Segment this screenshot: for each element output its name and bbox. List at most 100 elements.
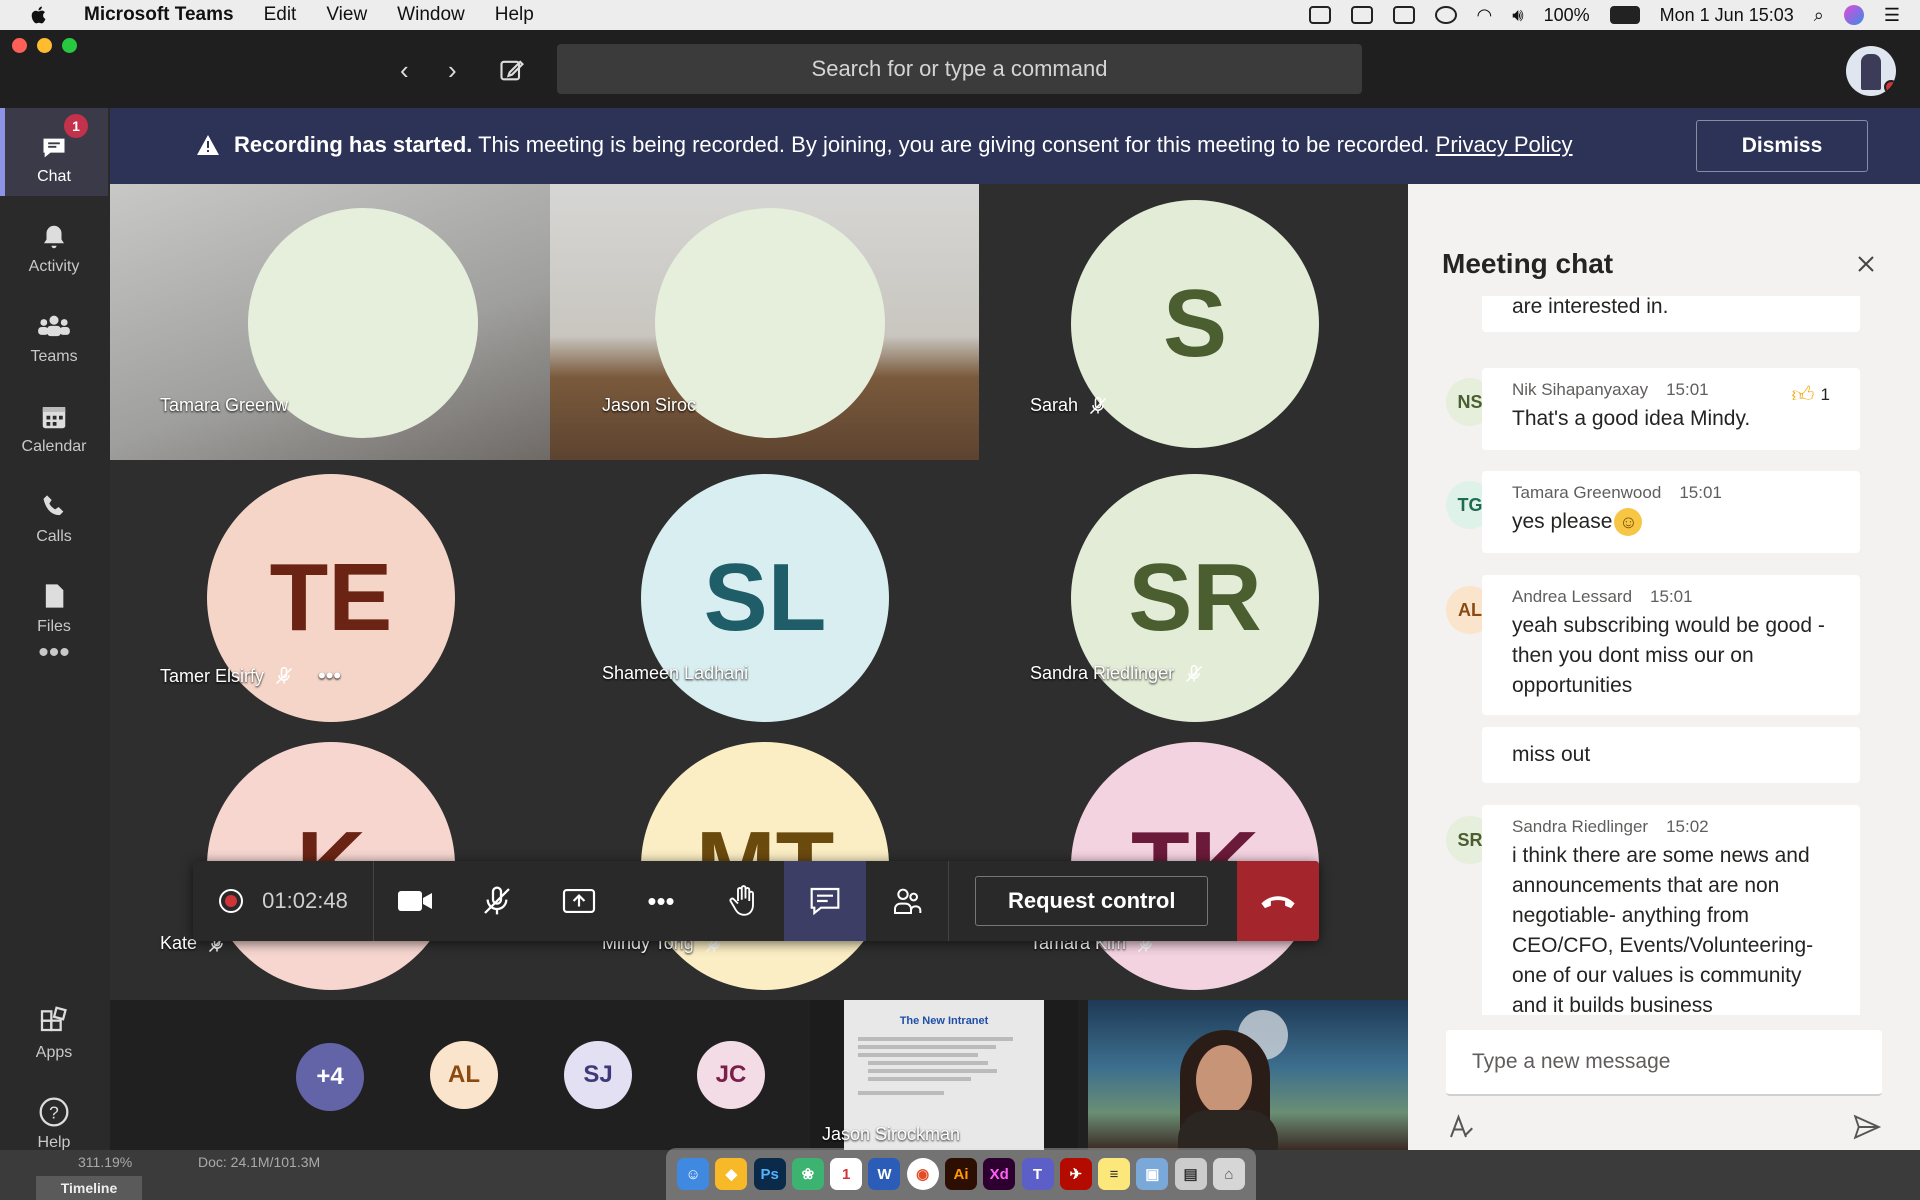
video-tile[interactable]: TE Tamer Elsirfy ••• (110, 460, 550, 730)
teams-app-icon[interactable]: T (1021, 1158, 1054, 1190)
chatgpt-icon[interactable]: ❀ (791, 1158, 824, 1190)
minimize-window-button[interactable] (37, 38, 52, 53)
rail-item-calendar[interactable]: Calendar (0, 378, 108, 466)
participant-avatar-small[interactable]: SJ (564, 1041, 632, 1109)
hang-up-button[interactable] (1237, 861, 1319, 941)
participant-avatar-small[interactable]: AL (430, 1041, 498, 1109)
message-author: Tamara Greenwood (1512, 483, 1662, 502)
meeting-timer: 01:02:48 (262, 888, 348, 913)
participant-name: Tamer Elsirfy ••• (160, 663, 341, 689)
compose-message-input[interactable]: Type a new message (1446, 1030, 1882, 1096)
finder-icon[interactable]: ☺ (677, 1158, 710, 1190)
more-options-icon[interactable]: ••• (318, 663, 341, 689)
reaction[interactable]: 👍︎ 1 (1792, 380, 1830, 410)
unread-badge: 1 (64, 114, 88, 138)
search-input[interactable]: Search for or type a command (557, 44, 1362, 94)
rail-item-teams[interactable]: Teams (0, 288, 108, 376)
more-participants-button[interactable]: +4 (296, 1043, 364, 1111)
chat-message: Andrea Lessard 15:01 yeah subscribing wou… (1482, 575, 1860, 715)
apple-icon[interactable] (26, 4, 52, 26)
camera-button[interactable] (374, 861, 456, 941)
screen-share-tile[interactable]: The New Intranet Jason Sirockman (810, 1000, 1078, 1150)
menu-help[interactable]: Help (495, 4, 534, 26)
video-tile[interactable]: SR Sandra Riedlinger (979, 460, 1408, 730)
more-actions-button[interactable]: ••• (620, 861, 702, 941)
calendar-app-icon[interactable]: 1 (830, 1158, 863, 1190)
photoshop-icon[interactable]: Ps (753, 1158, 786, 1190)
rail-item-chat[interactable]: Chat 1 (0, 108, 108, 196)
zoom-window-button[interactable] (62, 38, 77, 53)
close-icon[interactable] (1854, 252, 1878, 276)
video-tile[interactable]: Tamara Greenw (110, 184, 550, 460)
mic-button[interactable] (456, 861, 538, 941)
person-body (1178, 1110, 1278, 1150)
preview-icon[interactable]: ▣ (1136, 1158, 1169, 1190)
spotlight-icon[interactable]: ⌕ (1814, 5, 1824, 26)
share-screen-icon (562, 889, 596, 913)
message-time: 15:01 (1679, 483, 1722, 502)
menu-edit[interactable]: Edit (264, 4, 297, 26)
participant-avatar: SR (1071, 474, 1319, 722)
trash-icon[interactable]: ⌂ (1212, 1158, 1245, 1190)
clock[interactable]: Mon 1 Jun 15:03 (1660, 5, 1794, 26)
video-tile[interactable]: SL Shameen Ladhani (550, 460, 979, 730)
menu-view[interactable]: View (326, 4, 367, 26)
self-video-tile[interactable] (1088, 1000, 1408, 1150)
illustrator-icon[interactable]: Ai (944, 1158, 977, 1190)
compose-icon[interactable] (498, 56, 526, 84)
raise-hand-button[interactable] (702, 861, 784, 941)
forward-arrow-icon[interactable]: › (448, 55, 457, 86)
sketch-icon[interactable]: ◆ (715, 1158, 748, 1190)
timeline-tab[interactable]: Timeline (36, 1176, 142, 1200)
status-app-icon[interactable] (1308, 6, 1331, 24)
show-conversation-button[interactable] (784, 861, 866, 941)
rail-item-help[interactable]: ? Help (0, 1074, 108, 1162)
privacy-policy-link[interactable]: Privacy Policy (1436, 132, 1573, 157)
status-app-icon[interactable] (1392, 6, 1415, 24)
message-time: 15:02 (1666, 817, 1709, 836)
notification-center-icon[interactable]: ☰ (1884, 5, 1900, 26)
rail-item-activity[interactable]: Activity (0, 198, 108, 286)
acrobat-icon[interactable]: ✈ (1059, 1158, 1092, 1190)
send-icon[interactable] (1852, 1114, 1882, 1140)
menu-window[interactable]: Window (397, 4, 465, 26)
participant-avatar-small[interactable]: JC (697, 1041, 765, 1109)
battery-icon[interactable] (1609, 6, 1640, 24)
show-participants-button[interactable] (866, 861, 948, 941)
back-arrow-icon[interactable]: ‹ (400, 55, 409, 86)
share-screen-button[interactable] (538, 861, 620, 941)
dismiss-button[interactable]: Dismiss (1696, 120, 1868, 172)
xd-icon[interactable]: Xd (983, 1158, 1016, 1190)
volume-icon[interactable]: 🔊︎ (1512, 5, 1523, 26)
bell-icon (44, 225, 64, 249)
menu-app[interactable]: Microsoft Teams (84, 4, 234, 26)
siri-icon[interactable] (1843, 5, 1864, 25)
message-time: 15:01 (1666, 380, 1709, 399)
format-icon[interactable] (1446, 1112, 1476, 1142)
video-tile[interactable]: S Sarah (979, 184, 1408, 460)
close-window-button[interactable] (12, 38, 27, 53)
teams-icon (38, 315, 70, 337)
status-app-icon[interactable] (1434, 6, 1457, 24)
apps-icon (40, 1006, 67, 1032)
status-app-icon[interactable] (1350, 6, 1373, 24)
request-control-button[interactable]: Request control (975, 876, 1209, 926)
word-icon[interactable]: W (868, 1158, 901, 1190)
document-icon[interactable]: ▤ (1174, 1158, 1207, 1190)
participant-name: Sarah (1030, 395, 1108, 416)
message-text: yes please ☺︎ (1512, 507, 1830, 537)
more-apps-button[interactable]: ••• (0, 628, 108, 678)
recording-message: Recording has started. This meeting is b… (234, 132, 1573, 158)
notes-icon[interactable]: ≡ (1098, 1158, 1131, 1190)
rail-item-apps[interactable]: Apps (0, 984, 108, 1072)
participant-name-text: Tamer Elsirfy (160, 665, 265, 686)
wifi-icon[interactable]: ◠ (1477, 5, 1493, 26)
message-text: i think there are some news and announce… (1512, 844, 1814, 1015)
profile-avatar[interactable] (1846, 46, 1896, 96)
video-tile[interactable]: Jason Siroc (550, 184, 979, 460)
participant-name-text: Shameen Ladhani (602, 663, 749, 683)
chrome-icon[interactable]: ◉ (906, 1158, 939, 1190)
chat-message: Nik Sihapanyaxay 15:01 That's a good idea… (1482, 368, 1860, 450)
rail-item-calls[interactable]: Calls (0, 468, 108, 556)
app-rail: Chat 1 Activity Teams Calendar Calls Fil… (0, 108, 110, 1151)
